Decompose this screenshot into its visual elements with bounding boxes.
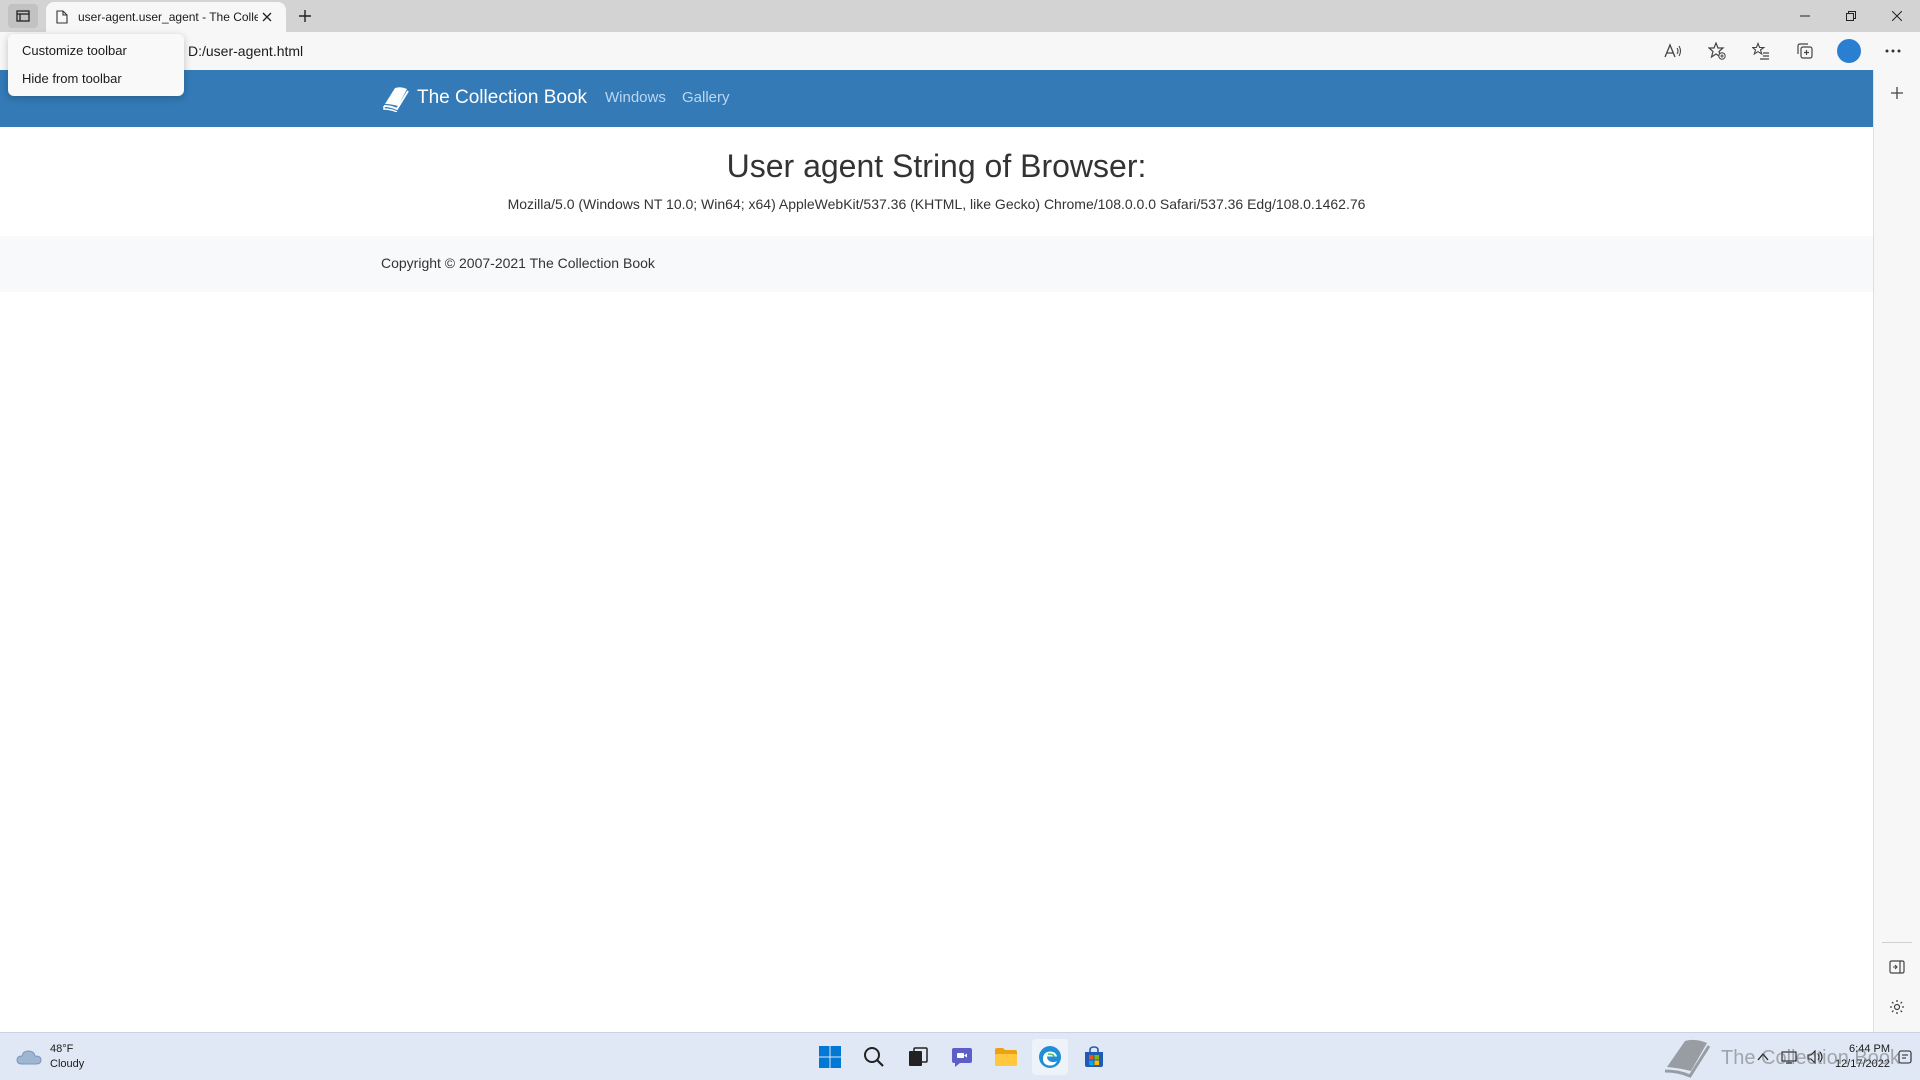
taskbar-search-button[interactable] (856, 1039, 892, 1075)
settings-more-button[interactable] (1876, 37, 1910, 65)
windows-taskbar: 48°F Cloudy 6:44 PM 12/17/2022 The Colle… (0, 1032, 1920, 1080)
edge-sidebar (1873, 70, 1920, 1032)
profile-avatar-icon (1837, 39, 1861, 63)
page-title: User agent String of Browser: (726, 148, 1147, 184)
tab-strip: user-agent.user_agent - The Collection B… (0, 0, 1920, 32)
brand-name: The Collection Book (417, 87, 588, 108)
notification-icon[interactable] (1898, 1050, 1912, 1064)
watermark: The Collection Book (1661, 1035, 1900, 1080)
store-button[interactable] (1076, 1039, 1112, 1075)
copyright-text: Copyright © 2007-2021 The Collection Boo… (381, 255, 655, 271)
profile-button[interactable] (1832, 37, 1866, 65)
sidebar-settings-button[interactable] (1882, 992, 1912, 1022)
plus-icon (1891, 87, 1903, 99)
restore-icon (1846, 11, 1856, 21)
sidebar-panel-icon (1889, 960, 1905, 974)
book-icon (383, 87, 409, 112)
read-aloud-button[interactable] (1656, 37, 1690, 65)
start-button[interactable] (812, 1039, 848, 1075)
file-explorer-button[interactable] (988, 1039, 1024, 1075)
close-icon (1892, 11, 1902, 21)
read-aloud-icon (1664, 43, 1682, 58)
gear-icon (1890, 1000, 1904, 1014)
hide-sidebar-button[interactable] (1882, 952, 1912, 982)
tab-actions-button[interactable] (8, 4, 38, 28)
window-controls (1782, 0, 1920, 32)
folder-icon (995, 1048, 1017, 1066)
store-icon (1085, 1046, 1103, 1067)
browser-window: user-agent.user_agent - The Collection B… (0, 0, 1920, 1080)
nav-link-windows[interactable]: Windows (605, 89, 666, 106)
tab-active[interactable]: user-agent.user_agent - The Collection B… (46, 2, 286, 32)
add-favorite-button[interactable] (1700, 37, 1734, 65)
toolbar-context-menu: Customize toolbar Hide from toolbar (8, 34, 184, 96)
new-tab-button[interactable] (294, 5, 316, 27)
weather-widget[interactable]: 48°F Cloudy (16, 1042, 84, 1072)
watermark-text: The Collection Book (1721, 1046, 1900, 1069)
site-footer: Copyright © 2007-2021 The Collection Boo… (0, 236, 1873, 292)
task-view-button[interactable] (900, 1039, 936, 1075)
collections-icon (1797, 43, 1813, 59)
task-view-icon (909, 1047, 928, 1066)
page-viewport: The Collection Book Windows Gallery User… (0, 70, 1873, 1032)
site-brand-link[interactable]: The Collection Book (381, 84, 587, 112)
favorites-button[interactable] (1744, 37, 1778, 65)
minimize-icon (1800, 15, 1810, 17)
weather-condition: Cloudy (50, 1058, 85, 1070)
tab-close-icon[interactable] (258, 8, 276, 26)
browser-toolbar: D:/user-agent.html (0, 32, 1920, 70)
star-add-icon (1708, 42, 1726, 60)
favorites-icon (1752, 42, 1769, 60)
taskbar-apps (808, 1039, 1116, 1075)
more-icon (1885, 49, 1901, 53)
collections-button[interactable] (1788, 37, 1822, 65)
site-navbar: The Collection Book Windows Gallery (0, 70, 1873, 127)
chat-button[interactable] (944, 1039, 980, 1075)
close-button[interactable] (1874, 0, 1920, 32)
menu-item-hide-from-toolbar[interactable]: Hide from toolbar (8, 65, 184, 93)
nav-link-gallery[interactable]: Gallery (682, 89, 730, 106)
windows-logo-icon (819, 1046, 841, 1068)
page-icon (56, 10, 68, 24)
chat-icon (952, 1048, 972, 1067)
tab-title: user-agent.user_agent - The Collection B… (78, 10, 258, 24)
search-icon (864, 1047, 884, 1067)
minimize-button[interactable] (1782, 0, 1828, 32)
cloud-icon (16, 1050, 42, 1065)
sidebar-divider (1882, 942, 1912, 943)
address-bar[interactable]: D:/user-agent.html (188, 43, 303, 59)
edge-browser-icon (1039, 1046, 1061, 1068)
watermark-book-icon (1665, 1039, 1711, 1078)
menu-item-customize-toolbar[interactable]: Customize toolbar (8, 37, 184, 65)
user-agent-string: Mozilla/5.0 (Windows NT 10.0; Win64; x64… (507, 196, 1366, 212)
toolbar-actions (1646, 37, 1910, 65)
tab-actions-icon (16, 10, 30, 22)
weather-temp: 48°F (50, 1043, 74, 1055)
plus-icon (299, 10, 311, 22)
restore-button[interactable] (1828, 0, 1874, 32)
sidebar-add-button[interactable] (1882, 78, 1912, 108)
edge-taskbar-button[interactable] (1032, 1039, 1068, 1075)
